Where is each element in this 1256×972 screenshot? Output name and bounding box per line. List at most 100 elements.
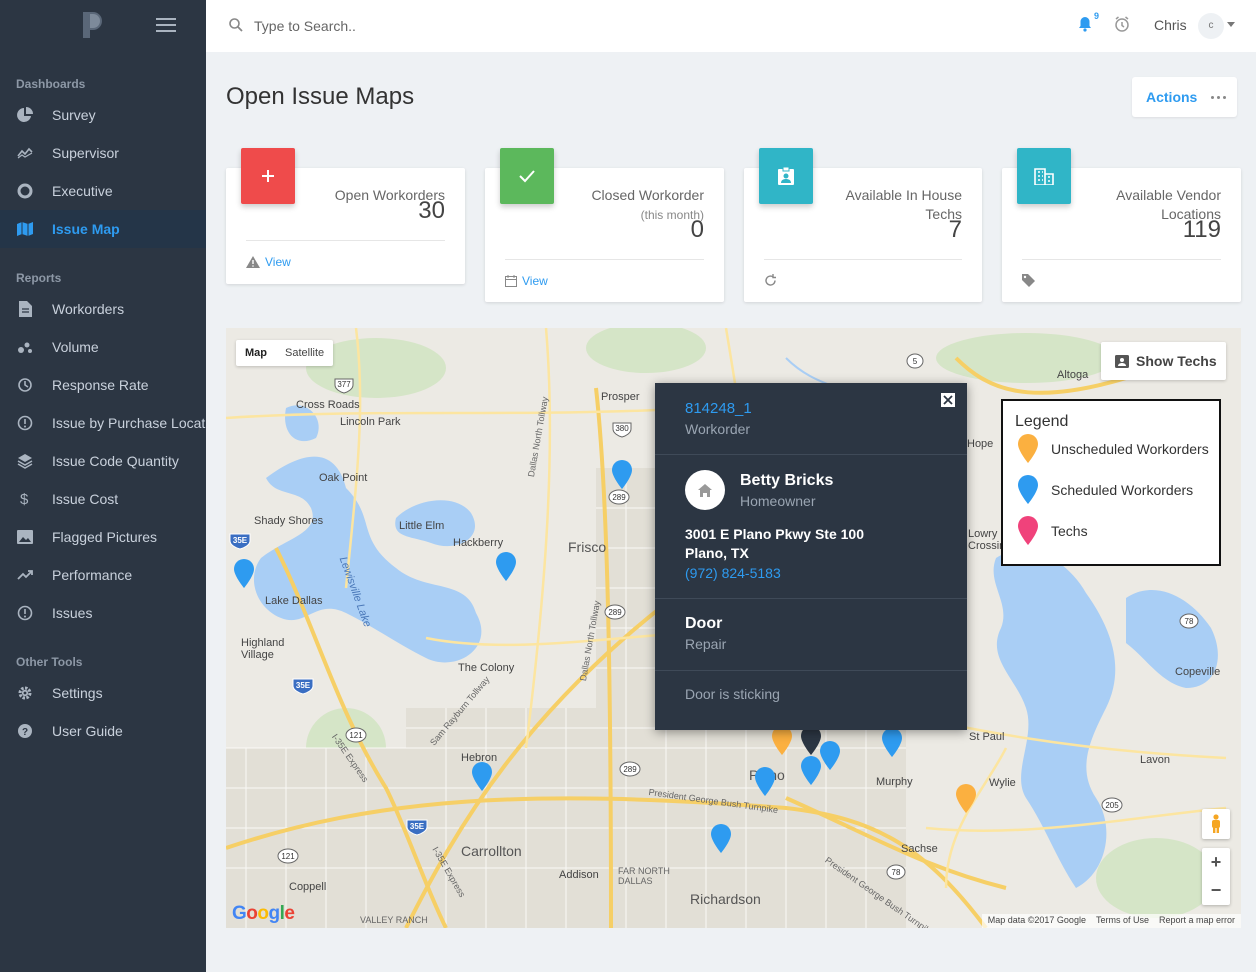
view-link-label: View (265, 255, 291, 269)
search-input[interactable] (254, 13, 554, 39)
place-label: Lowry Crossing (968, 528, 1004, 552)
place-label: Little Elm (399, 520, 445, 532)
sidebar-item-label: Performance (52, 567, 133, 583)
phone-link[interactable]: (972) 824-5183 (685, 565, 781, 581)
unscheduled-workorder-pin[interactable] (955, 784, 977, 814)
scheduled-workorder-pin[interactable] (495, 552, 517, 582)
sidebar-item-volume[interactable]: Volume (0, 328, 206, 366)
legend-label: Techs (1051, 523, 1088, 539)
map-type-satellite-button[interactable]: Satellite (276, 340, 333, 366)
chevron-down-icon[interactable] (1227, 22, 1235, 27)
scatter-icon (16, 338, 34, 356)
user-name[interactable]: Chris (1154, 17, 1187, 33)
map-data-credit: Map data ©2017 Google (987, 915, 1086, 925)
workorder-id-link[interactable]: 814248_1 (685, 400, 752, 417)
app-logo[interactable] (80, 12, 104, 38)
stat-card-value: 119 (1182, 216, 1221, 243)
map-legend: Legend Unscheduled Workorders Scheduled … (1001, 399, 1221, 566)
dollar-icon: $ (16, 490, 34, 508)
actions-button[interactable]: Actions (1132, 77, 1237, 117)
sidebar-item-settings[interactable]: Settings (0, 674, 206, 712)
trend-line-icon (16, 144, 34, 162)
selected-workorder-pin[interactable] (800, 726, 822, 756)
address-line-2: Plano, TX (685, 545, 749, 561)
trend-up-icon (16, 566, 34, 584)
pink-pin-icon (1018, 516, 1038, 545)
report-map-error-link[interactable]: Report a map error (1159, 915, 1235, 927)
place-label: Hackberry (453, 537, 504, 549)
scheduled-workorder-pin[interactable] (471, 762, 493, 792)
sidebar-item-response-rate[interactable]: Response Rate (0, 366, 206, 404)
info-circle-icon (16, 604, 34, 622)
unscheduled-workorder-pin[interactable] (771, 726, 793, 756)
svg-text:289: 289 (623, 765, 637, 774)
place-label: Murphy (876, 776, 913, 788)
place-label: Addison (559, 869, 599, 881)
tags-link[interactable] (1022, 274, 1040, 287)
zoom-in-button[interactable]: + (1202, 848, 1230, 876)
stat-card-available-techs: Available In House Techs 7 (744, 148, 982, 302)
terms-of-use-link[interactable]: Terms of Use (1096, 915, 1149, 927)
place-label: Sachse (901, 843, 938, 855)
address-line-1: 3001 E Plano Pkwy Ste 100 (685, 526, 864, 542)
legend-title: Legend (1015, 413, 1069, 430)
show-techs-label: Show Techs (1136, 353, 1217, 369)
menu-toggle-icon[interactable] (156, 18, 176, 32)
view-link[interactable]: View (505, 274, 548, 288)
sidebar-item-label: Survey (52, 107, 96, 123)
scheduled-workorder-pin[interactable] (710, 824, 732, 854)
show-techs-button[interactable]: Show Techs (1101, 342, 1226, 380)
sidebar-item-flagged-pictures[interactable]: Flagged Pictures (0, 518, 206, 556)
sidebar-item-performance[interactable]: Performance (0, 556, 206, 594)
sidebar-item-label: Issue Code Quantity (52, 453, 179, 469)
sidebar-item-label: Executive (52, 183, 113, 199)
bell-icon[interactable] (1078, 16, 1092, 32)
close-icon[interactable] (941, 393, 955, 407)
avatar[interactable]: c (1198, 13, 1224, 39)
divider (655, 454, 967, 455)
svg-text:5: 5 (913, 357, 918, 366)
google-logo: Google (232, 903, 295, 924)
notification-badge: 9 (1094, 11, 1100, 21)
divider (655, 670, 967, 671)
stat-card-label-line: Available In House (845, 187, 962, 203)
sidebar-item-issue-by-purchase-location[interactable]: Issue by Purchase Location (0, 404, 206, 442)
sidebar-item-label: Volume (52, 339, 99, 355)
view-link[interactable]: View (246, 255, 291, 269)
legend-label: Scheduled Workorders (1051, 482, 1194, 498)
scheduled-workorder-pin[interactable] (754, 767, 776, 797)
sidebar-item-label: Settings (52, 685, 103, 701)
svg-text:377: 377 (337, 380, 351, 389)
map-type-map-button[interactable]: Map (236, 340, 276, 366)
sidebar-item-issue-code-quantity[interactable]: Issue Code Quantity (0, 442, 206, 480)
scheduled-workorder-pin[interactable] (233, 559, 255, 589)
zoom-out-button[interactable]: − (1202, 876, 1230, 904)
sidebar-item-label: Flagged Pictures (52, 529, 158, 545)
scheduled-workorder-pin[interactable] (819, 741, 841, 771)
sidebar-item-user-guide[interactable]: ? User Guide (0, 712, 206, 750)
sidebar-item-supervisor[interactable]: Supervisor (0, 134, 206, 172)
legend-item-techs: Techs (1017, 516, 1088, 546)
sidebar-item-issue-cost[interactable]: $ Issue Cost (0, 480, 206, 518)
svg-text:35E: 35E (233, 536, 248, 545)
sidebar-item-executive[interactable]: Executive (0, 172, 206, 210)
sidebar-item-label: Issue by Purchase Location (52, 415, 206, 431)
sidebar-item-workorders[interactable]: Workorders (0, 290, 206, 328)
pie-chart-icon (16, 106, 34, 124)
street-view-pegman-icon[interactable] (1202, 809, 1230, 839)
place-label: Frisco (568, 539, 607, 555)
issue-description: Door is sticking (685, 686, 780, 702)
sidebar-item-issues[interactable]: Issues (0, 594, 206, 632)
legend-label: Unscheduled Workorders (1051, 441, 1209, 457)
tag-icon (1022, 274, 1035, 287)
scheduled-workorder-pin[interactable] (881, 728, 903, 758)
svg-text:289: 289 (608, 608, 622, 617)
sidebar-item-issue-map[interactable]: Issue Map (0, 210, 206, 248)
plus-icon (241, 148, 295, 204)
sidebar-section-title: Other Tools (16, 655, 83, 669)
sidebar-item-survey[interactable]: Survey (0, 96, 206, 134)
scheduled-workorder-pin[interactable] (611, 460, 633, 490)
stat-card-closed-workorder: Closed Workorder (this month) 0 View (485, 148, 724, 302)
alarm-clock-icon[interactable] (1114, 16, 1130, 33)
refresh-link[interactable] (764, 274, 782, 287)
